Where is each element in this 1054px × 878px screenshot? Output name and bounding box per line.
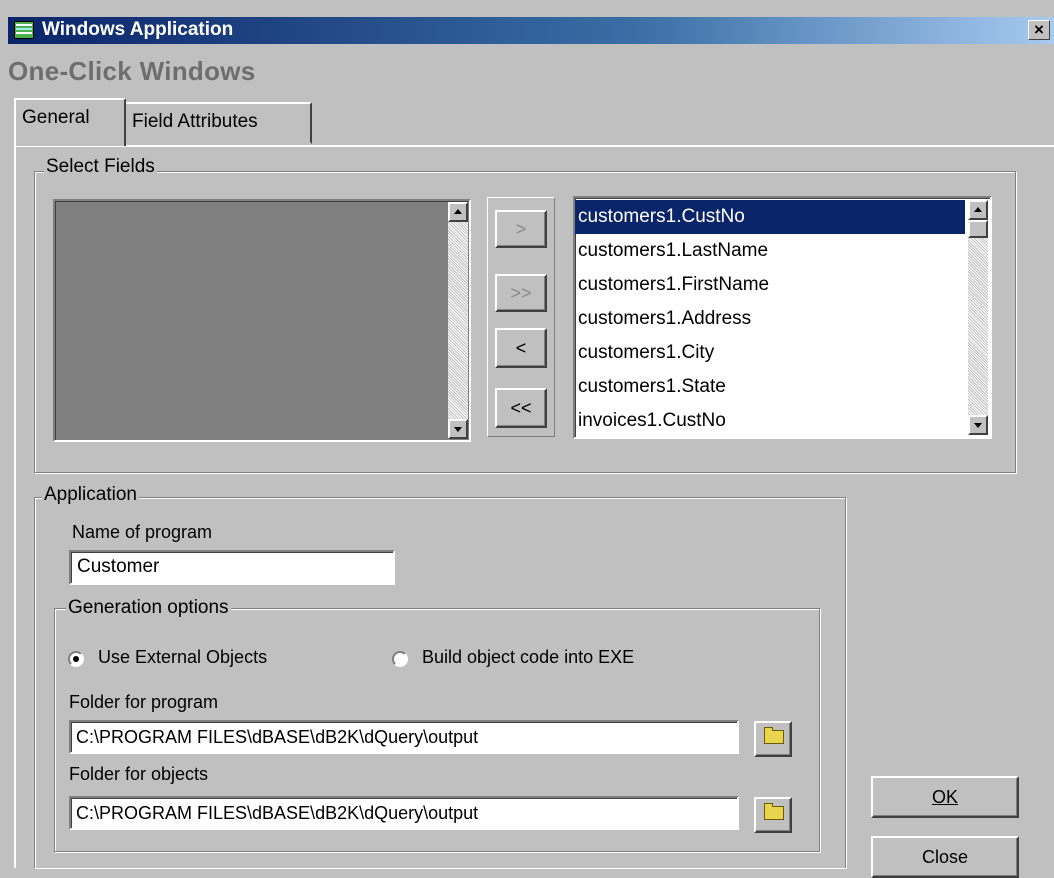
- close-label: Close: [921, 847, 969, 867]
- folder-icon: [764, 727, 784, 744]
- tab-general[interactable]: General: [14, 98, 126, 146]
- generation-options-legend: Generation options: [66, 597, 231, 619]
- list-item[interactable]: customers1.LastName: [575, 234, 965, 268]
- add-field-button[interactable]: >: [495, 210, 547, 248]
- scroll-thumb[interactable]: [968, 220, 988, 238]
- close-button[interactable]: Close: [871, 836, 1019, 878]
- program-name-label: Name of program: [72, 522, 213, 542]
- arrow-up-icon: [974, 207, 982, 212]
- ok-label: OK: [931, 787, 958, 807]
- available-fields-list[interactable]: [53, 199, 471, 442]
- tab-field-attributes[interactable]: Field Attributes: [124, 102, 312, 144]
- scroll-down-button[interactable]: [448, 419, 468, 439]
- arrow-down-icon: [974, 423, 982, 428]
- remove-all-fields-button[interactable]: <<: [495, 388, 547, 428]
- list-item[interactable]: invoices1.CustNo: [575, 404, 965, 437]
- add-all-fields-button[interactable]: >>: [495, 274, 547, 312]
- selected-fields-scrollbar[interactable]: [968, 200, 988, 435]
- add-all-fields-label: >>: [510, 283, 532, 303]
- radio-label: Use External Objects: [98, 647, 268, 667]
- scroll-up-button[interactable]: [968, 200, 988, 220]
- radio-control[interactable]: [392, 651, 408, 667]
- folder-program-label: Folder for program: [69, 692, 219, 712]
- available-fields-scrollbar[interactable]: [448, 202, 468, 439]
- dialog-heading: One-Click Windows: [8, 56, 256, 86]
- arrow-down-icon: [454, 427, 462, 432]
- browse-objects-folder-button[interactable]: [754, 797, 792, 833]
- remove-all-fields-label: <<: [510, 398, 532, 418]
- folder-objects-input[interactable]: C:\PROGRAM FILES\dBASE\dB2K\dQuery\outpu…: [69, 796, 739, 830]
- radio-label: Build object code into EXE: [422, 647, 635, 667]
- selected-fields-list[interactable]: customers1.CustNo customers1.LastName cu…: [573, 196, 992, 439]
- window-title: Windows Application: [42, 19, 234, 40]
- browse-program-folder-button[interactable]: [754, 721, 792, 757]
- tab-general-label: General: [22, 107, 90, 128]
- folder-objects-label: Folder for objects: [69, 764, 209, 784]
- list-item[interactable]: customers1.FirstName: [575, 268, 965, 302]
- program-name-input[interactable]: Customer: [69, 550, 395, 585]
- close-icon: ×: [1034, 20, 1044, 39]
- title-bar[interactable]: Windows Application ×: [8, 17, 1054, 44]
- remove-field-button[interactable]: <: [495, 328, 547, 368]
- folder-objects-value: C:\PROGRAM FILES\dBASE\dB2K\dQuery\outpu…: [76, 803, 479, 823]
- select-fields-legend: Select Fields: [44, 156, 157, 178]
- list-item[interactable]: customers1.CustNo: [575, 200, 965, 234]
- program-name-value: Customer: [77, 556, 160, 577]
- list-item[interactable]: customers1.City: [575, 336, 965, 370]
- scroll-down-button[interactable]: [968, 415, 988, 435]
- ok-button[interactable]: OK: [871, 776, 1019, 818]
- application-legend: Application: [42, 484, 139, 506]
- folder-program-value: C:\PROGRAM FILES\dBASE\dB2K\dQuery\outpu…: [76, 727, 479, 747]
- arrow-up-icon: [454, 209, 462, 214]
- close-window-button[interactable]: ×: [1028, 20, 1050, 40]
- folder-program-input[interactable]: C:\PROGRAM FILES\dBASE\dB2K\dQuery\outpu…: [69, 720, 739, 754]
- remove-field-label: <: [515, 338, 527, 358]
- radio-dot: [73, 656, 79, 662]
- tab-field-attributes-label: Field Attributes: [132, 111, 258, 132]
- app-icon: [14, 21, 34, 39]
- list-item[interactable]: customers1.State: [575, 370, 965, 404]
- list-item[interactable]: customers1.Address: [575, 302, 965, 336]
- add-field-label: >: [515, 219, 527, 239]
- folder-icon: [764, 803, 784, 820]
- scroll-up-button[interactable]: [448, 202, 468, 222]
- radio-control[interactable]: [68, 651, 84, 667]
